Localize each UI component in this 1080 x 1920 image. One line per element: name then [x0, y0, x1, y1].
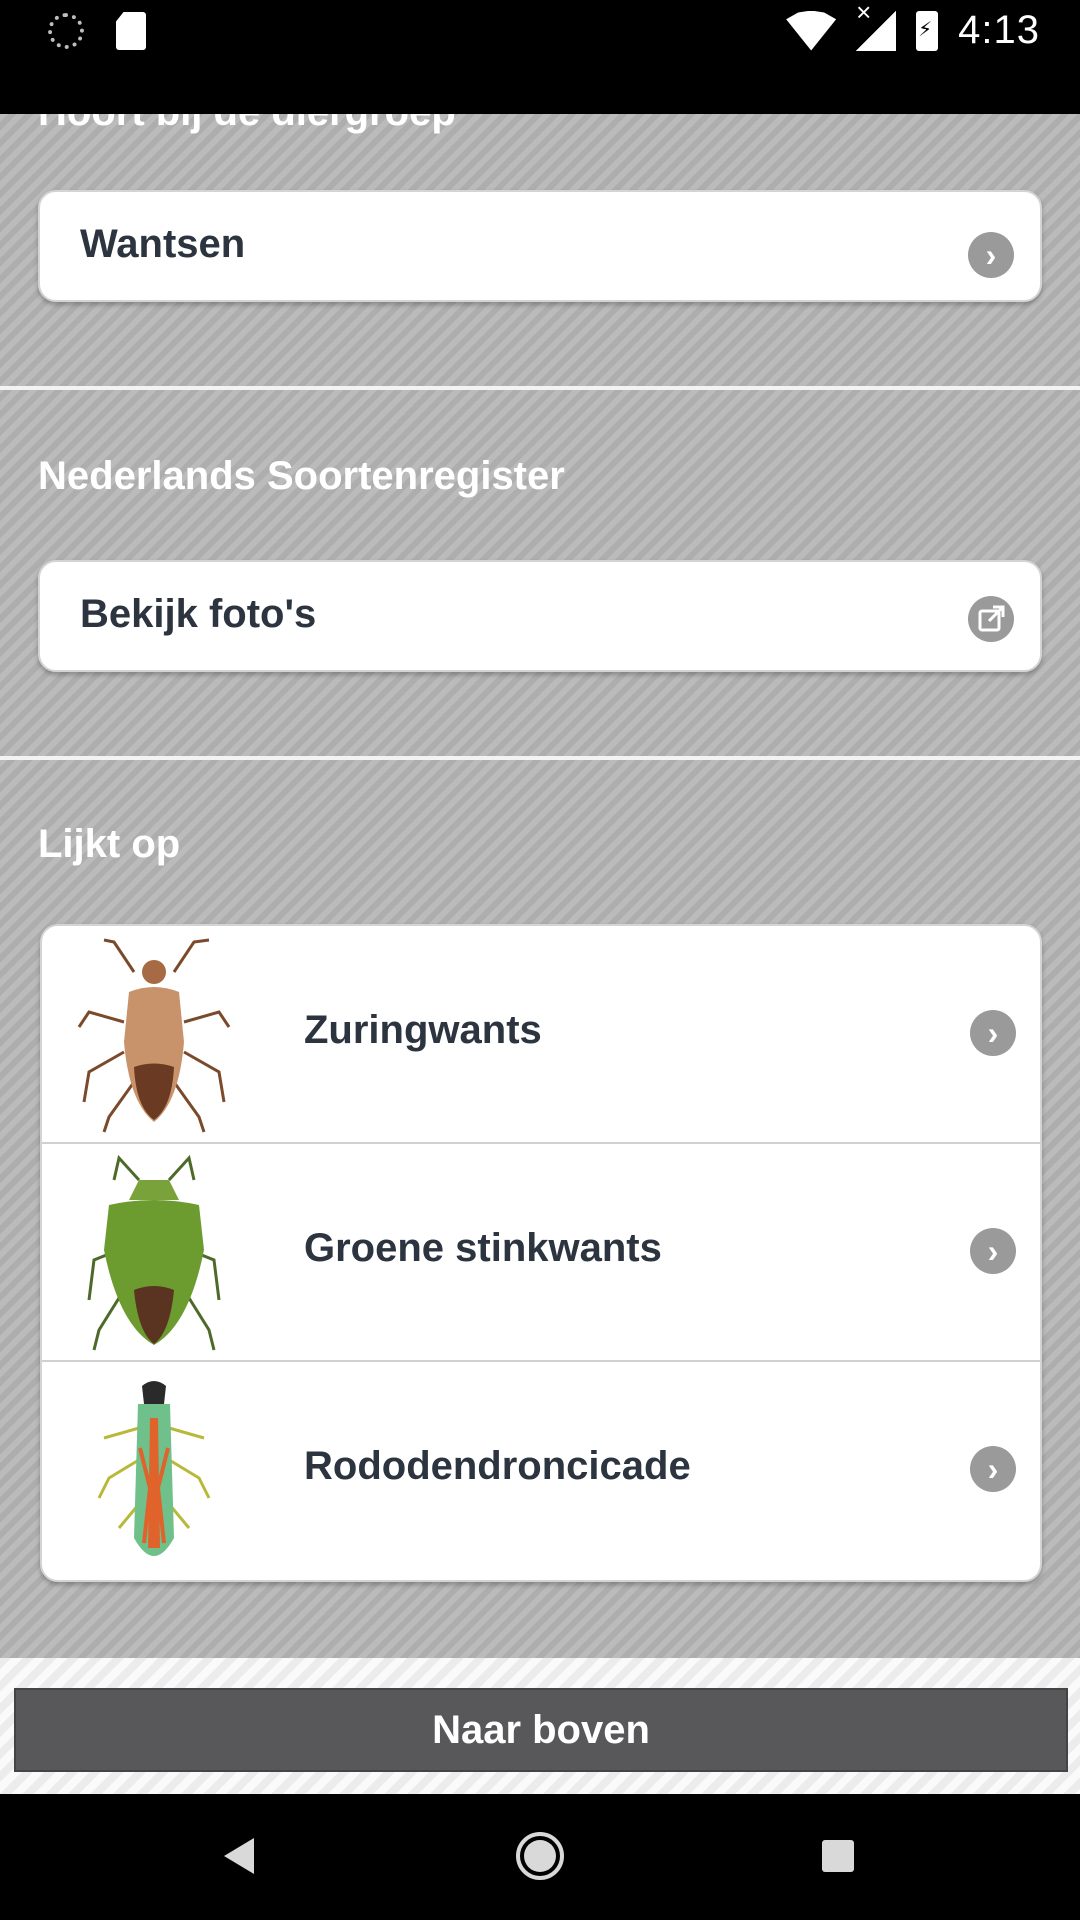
signal-icon [856, 0, 897, 51]
status-bar: 4:13 [0, 0, 1080, 114]
recent-apps-icon[interactable] [822, 1840, 854, 1872]
battery-charging-icon [916, 10, 939, 51]
list-item-label: Groene stinkwants [304, 1226, 662, 1270]
chevron-right-icon: › [970, 1228, 1016, 1274]
list-item-label: Zuringwants [304, 1008, 542, 1052]
status-time: 4:13 [958, 8, 1040, 52]
groene-stinkwants-image [87, 1154, 221, 1351]
section-divider [0, 756, 1080, 760]
sd-card-icon [116, 12, 146, 50]
list-item[interactable]: Groene stinkwants › [42, 1144, 1040, 1362]
similar-species-list: Zuringwants › Groene stinkwants › Rodode… [40, 924, 1042, 1582]
chevron-right-icon: › [970, 1010, 1016, 1056]
home-icon[interactable] [516, 1832, 564, 1880]
chevron-right-icon: › [970, 1446, 1016, 1492]
back-to-top-button[interactable]: Naar boven [14, 1688, 1068, 1772]
group-link-button[interactable]: Wantsen › [38, 190, 1042, 302]
list-item-label: Rododendroncicade [304, 1444, 691, 1488]
chevron-right-icon: › [968, 232, 1014, 278]
list-item[interactable]: Rododendroncicade › [42, 1362, 1040, 1580]
view-photos-button[interactable]: Bekijk foto's [38, 560, 1042, 672]
back-icon[interactable] [224, 1838, 254, 1874]
wifi-icon [786, 10, 837, 51]
rododendroncicade-image [97, 1381, 211, 1556]
zuringwants-image [77, 938, 231, 1133]
external-link-icon [968, 596, 1014, 642]
section-title-group: Hoort bij de diergroep [38, 114, 456, 135]
section-divider [0, 386, 1080, 390]
view-photos-label: Bekijk foto's [80, 592, 317, 636]
main-content[interactable]: Hoort bij de diergroep Wantsen › Nederla… [0, 114, 1080, 1794]
list-item[interactable]: Zuringwants › [42, 926, 1040, 1144]
loading-spinner-icon [48, 13, 84, 49]
section-title-register: Nederlands Soortenregister [38, 454, 565, 498]
section-title-similar: Lijkt op [38, 822, 181, 866]
navigation-bar [0, 1794, 1080, 1920]
group-link-label: Wantsen [80, 222, 246, 266]
